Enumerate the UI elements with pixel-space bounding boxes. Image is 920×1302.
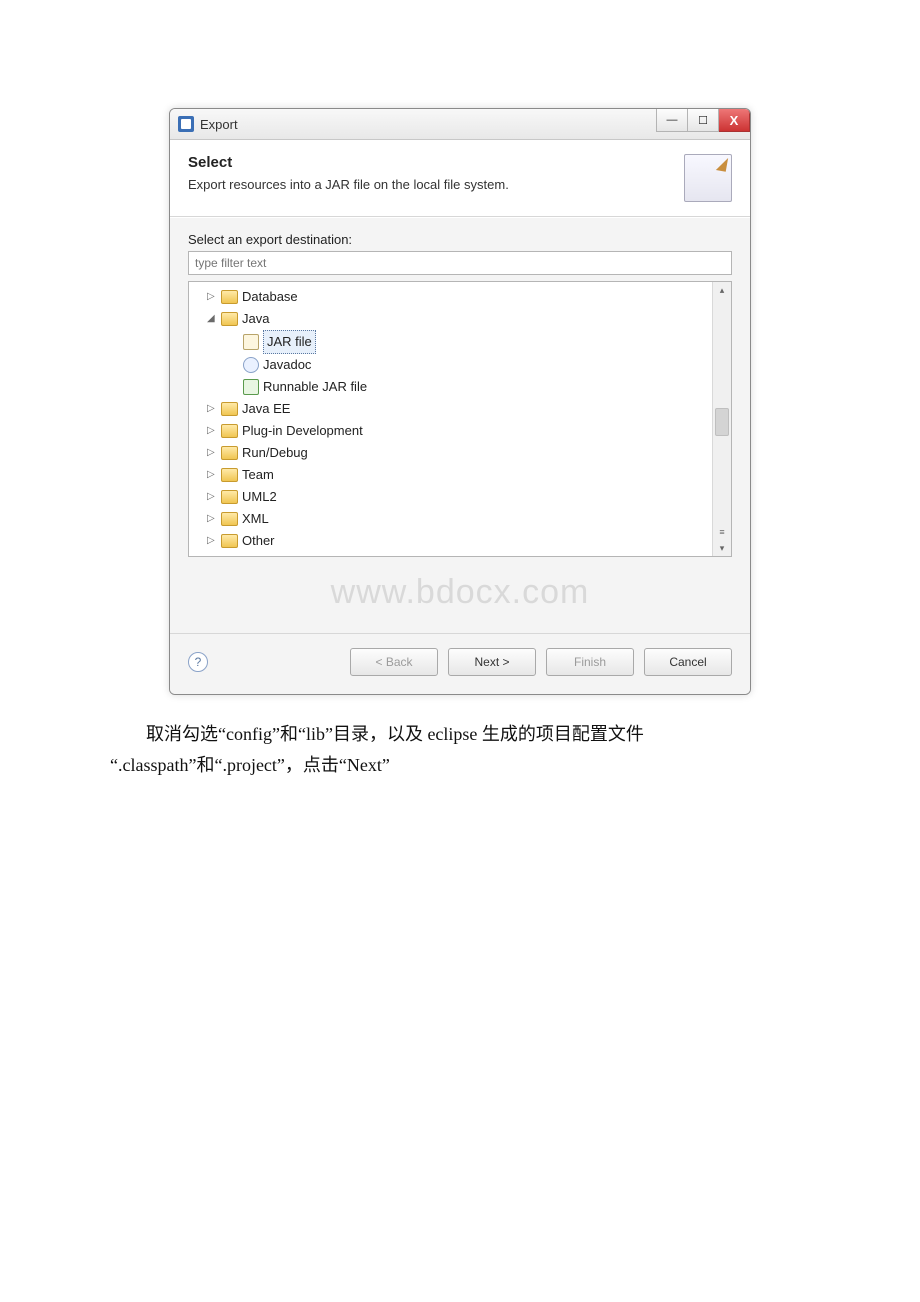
scroll-down-icon[interactable]: ▾: [720, 540, 725, 556]
expander-icon[interactable]: ▷: [207, 398, 217, 420]
folder-icon: [221, 490, 238, 504]
tree-item-label: Java: [242, 308, 269, 330]
tree-folder[interactable]: ▷ Java EE: [207, 398, 710, 420]
tree-item-label: Runnable JAR file: [263, 376, 367, 398]
tree-folder[interactable]: ▷ Run/Debug: [207, 442, 710, 464]
destination-tree-container: ▷ Database ◢ JavaJAR fileJavadocRunnable JA…: [188, 281, 732, 557]
tree-item-label: Other: [242, 530, 275, 552]
jar-file-icon: [243, 334, 259, 350]
scroll-up-icon[interactable]: ▴: [720, 282, 725, 298]
caption-line-2: “.classpath”和“.project”，点击“Next”: [110, 755, 390, 775]
folder-icon: [221, 468, 238, 482]
tree-item-label: Java EE: [242, 398, 290, 420]
back-button[interactable]: < Back: [350, 648, 438, 676]
tree-folder[interactable]: ▷ Plug-in Development: [207, 420, 710, 442]
scroll-track[interactable]: [713, 298, 731, 524]
tree-item-label: Plug-in Development: [242, 420, 363, 442]
tree-item-label: Team: [242, 464, 274, 486]
banner-description: Export resources into a JAR file on the …: [188, 177, 684, 192]
expander-icon[interactable]: ▷: [207, 508, 217, 530]
filter-input[interactable]: [188, 251, 732, 275]
cancel-button[interactable]: Cancel: [644, 648, 732, 676]
tree-item-label: JAR file: [263, 330, 316, 354]
javadoc-icon: [243, 357, 259, 373]
tree-folder[interactable]: ▷ Database: [207, 286, 710, 308]
banner-title: Select: [188, 154, 684, 171]
destination-tree[interactable]: ▷ Database ◢ JavaJAR fileJavadocRunnable JA…: [189, 282, 712, 556]
folder-icon: [221, 446, 238, 460]
scroll-thumb[interactable]: [715, 408, 729, 436]
help-icon: ?: [195, 655, 202, 669]
tree-folder[interactable]: ◢ Java: [207, 308, 710, 330]
export-icon: [684, 154, 732, 202]
expander-icon[interactable]: ▷: [207, 464, 217, 486]
wizard-banner: Select Export resources into a JAR file …: [170, 140, 750, 217]
expander-icon[interactable]: ◢: [207, 308, 217, 330]
minimize-icon: —: [667, 114, 678, 126]
wizard-body: Select an export destination: ▷Database◢…: [170, 217, 750, 633]
expander-icon[interactable]: ▷: [207, 420, 217, 442]
folder-icon: [221, 402, 238, 416]
tree-item-label: XML: [242, 508, 269, 530]
folder-icon: [221, 312, 238, 326]
next-button[interactable]: Next >: [448, 648, 536, 676]
tree-folder[interactable]: ▷ XML: [207, 508, 710, 530]
title-bar: Export — ☐ X: [170, 109, 750, 140]
expander-icon[interactable]: ▷: [207, 442, 217, 464]
tree-item-label: Run/Debug: [242, 442, 308, 464]
tree-item[interactable]: JAR file: [207, 330, 710, 354]
destination-label: Select an export destination:: [188, 232, 732, 247]
wizard-footer: ? < Back Next > Finish Cancel: [170, 633, 750, 694]
export-dialog: Export — ☐ X Select Export resources int…: [169, 108, 751, 695]
expander-icon[interactable]: ▷: [207, 486, 217, 508]
close-button[interactable]: X: [719, 109, 750, 132]
tree-item-label: Database: [242, 286, 298, 308]
window-title: Export: [200, 117, 238, 132]
caption-paragraph: 取消勾选“config”和“lib”目录，以及 eclipse 生成的项目配置文…: [110, 719, 810, 780]
app-icon: [178, 116, 194, 132]
folder-icon: [221, 290, 238, 304]
scroll-mid-icon: ≡: [719, 524, 724, 540]
window-controls: — ☐ X: [656, 109, 750, 139]
tree-folder[interactable]: ▷ Team: [207, 464, 710, 486]
watermark-text: www.bdocx.com: [188, 557, 732, 627]
expander-icon[interactable]: ▷: [207, 530, 217, 552]
folder-icon: [221, 512, 238, 526]
help-button[interactable]: ?: [188, 652, 208, 672]
tree-item[interactable]: Javadoc: [207, 354, 710, 376]
expander-icon[interactable]: ▷: [207, 286, 217, 308]
caption-line-1: 取消勾选“config”和“lib”目录，以及 eclipse 生成的项目配置文…: [110, 719, 810, 750]
tree-item[interactable]: Runnable JAR file: [207, 376, 710, 398]
runnable-jar-icon: [243, 379, 259, 395]
folder-icon: [221, 534, 238, 548]
tree-item-label: Javadoc: [263, 354, 311, 376]
close-icon: X: [730, 113, 739, 128]
tree-scrollbar[interactable]: ▴ ≡ ▾: [712, 282, 731, 556]
maximize-icon: ☐: [698, 114, 708, 127]
minimize-button[interactable]: —: [656, 109, 688, 132]
maximize-button[interactable]: ☐: [688, 109, 719, 132]
finish-button[interactable]: Finish: [546, 648, 634, 676]
tree-folder[interactable]: ▷ UML2: [207, 486, 710, 508]
tree-folder[interactable]: ▷ Other: [207, 530, 710, 552]
tree-item-label: UML2: [242, 486, 277, 508]
folder-icon: [221, 424, 238, 438]
